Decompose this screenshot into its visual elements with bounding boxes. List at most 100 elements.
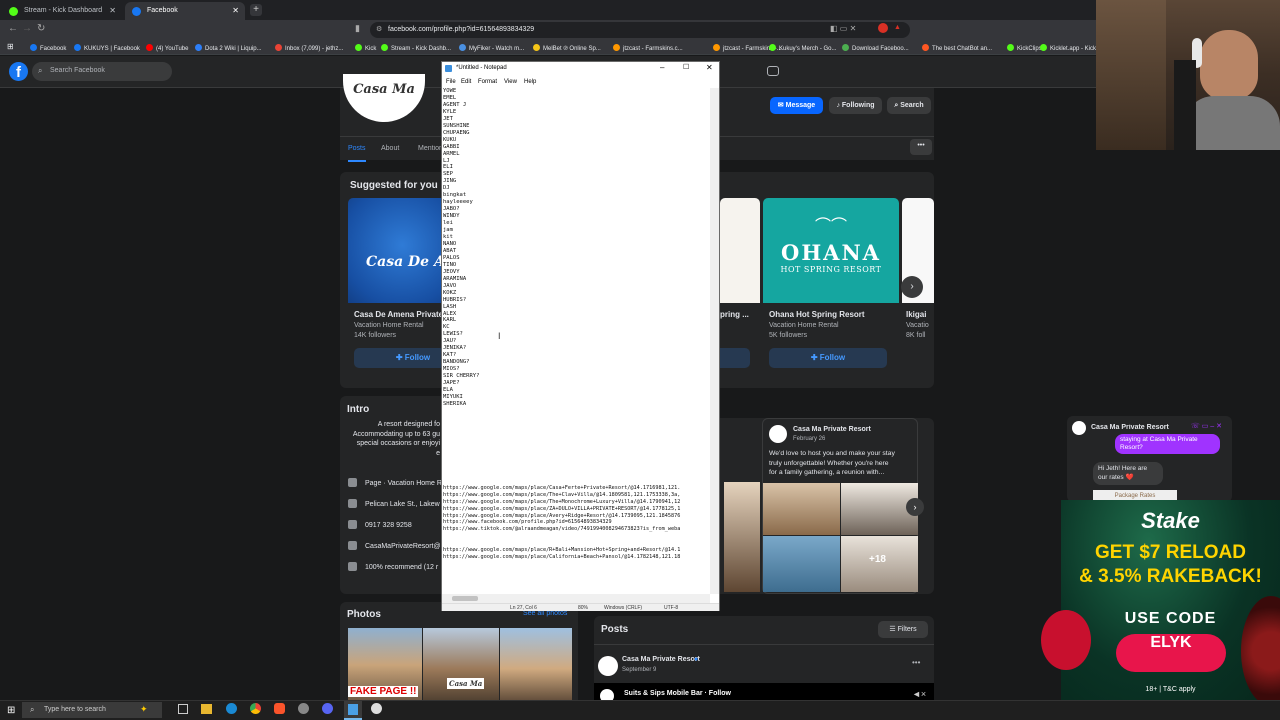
task-view-icon[interactable] xyxy=(178,704,188,714)
next-arrow-icon[interactable]: › xyxy=(906,498,924,516)
bookmark-item[interactable]: Kukuy's Merch - Go... xyxy=(769,44,837,52)
intro-detail-phone[interactable]: 0917 328 9258 xyxy=(348,520,412,529)
back-icon[interactable]: ← xyxy=(8,23,18,34)
ad-headline: & 3.5% RAKEBACK! xyxy=(1079,566,1262,587)
discord-icon[interactable] xyxy=(322,703,333,714)
next-arrow-icon[interactable]: › xyxy=(901,276,923,298)
forward-icon[interactable]: → xyxy=(22,23,32,34)
card-name[interactable]: Ikigai xyxy=(906,310,926,319)
reload-icon[interactable]: ↻ xyxy=(37,23,45,34)
chrome-icon[interactable] xyxy=(250,703,261,714)
app-icon[interactable] xyxy=(371,703,382,714)
filters-button[interactable]: ☰ Filters xyxy=(878,621,928,638)
photo-thumbnail[interactable]: Casa Ma xyxy=(423,628,499,702)
tab-posts[interactable]: Posts xyxy=(348,145,366,162)
tab-mentions[interactable]: Mentions xyxy=(418,145,442,152)
post-photo[interactable] xyxy=(763,483,840,535)
post-photo[interactable]: +18 xyxy=(841,536,918,592)
scrollbar-thumb[interactable] xyxy=(452,596,478,601)
chat-contact-name[interactable]: Casa Ma Private Resort xyxy=(1091,424,1179,431)
suggested-card[interactable]: ⌒⌒ OHANA HOT SPRING RESORT Ohana Hot Spr… xyxy=(763,198,899,374)
bookmark-favicon-icon xyxy=(275,44,282,51)
more-options-button[interactable]: ••• xyxy=(910,139,932,155)
follow-button[interactable]: ✚ Follow xyxy=(769,348,887,368)
taskbar-search-input[interactable]: ⌕ Type here to search ✦ xyxy=(22,702,162,718)
see-all-photos-link[interactable]: See all photos xyxy=(523,610,567,617)
extensions-icon[interactable]: ◧ ▭ ✕ xyxy=(830,24,856,33)
notepad-line: ABAT xyxy=(443,247,457,254)
edge-icon[interactable] xyxy=(226,703,237,714)
menu-edit[interactable]: Edit xyxy=(461,79,471,85)
bookmark-item[interactable]: Dota 2 Wiki | Liquip... xyxy=(195,44,262,52)
post-options-icon[interactable]: ••• xyxy=(912,658,920,667)
card-name[interactable]: pring ... xyxy=(720,310,749,319)
following-button[interactable]: ♪ Following xyxy=(829,97,882,114)
obs-icon[interactable] xyxy=(298,703,309,714)
bookmark-item[interactable]: Kick xyxy=(355,44,376,52)
bookmark-item[interactable]: jtzcast - Farmskins.c... xyxy=(613,44,683,52)
menu-format[interactable]: Format xyxy=(478,79,497,85)
mute-icon[interactable]: ◄× xyxy=(912,689,926,699)
close-tab-icon[interactable]: ✕ xyxy=(109,6,116,15)
maximize-icon[interactable]: ☐ xyxy=(683,63,689,71)
post-author[interactable]: Casa Ma Private Resort xyxy=(622,656,700,663)
notepad-titlebar[interactable]: *Untitled - Notepad – ☐ ✕ xyxy=(442,62,719,76)
close-tab-icon[interactable]: ✕ xyxy=(232,6,239,15)
photo-thumbnail[interactable] xyxy=(500,628,572,702)
post-date[interactable]: February 26 xyxy=(793,436,825,442)
horizontal-scrollbar[interactable] xyxy=(442,594,710,603)
intro-detail-rating[interactable]: 100% recommend (12 r xyxy=(348,562,438,571)
intro-detail-address[interactable]: Pelican Lake St., Lakew xyxy=(348,499,440,508)
menu-help[interactable]: Help xyxy=(524,79,536,85)
apps-icon[interactable]: ⊞ xyxy=(7,42,14,51)
promo-code-button[interactable]: ELYK xyxy=(1116,634,1226,672)
address-bar[interactable]: ⚙ facebook.com/profile.php?id=6156489383… xyxy=(370,22,910,38)
menu-view[interactable]: View xyxy=(504,79,517,85)
gaming-icon[interactable] xyxy=(767,66,779,76)
bookmark-item[interactable]: The best ChatBot an... xyxy=(922,44,992,52)
facebook-logo-icon[interactable]: f xyxy=(9,62,28,81)
bookmark-item[interactable]: Download Faceboo... xyxy=(842,44,909,52)
browser-tab-kick[interactable]: Stream - Kick Dashboard ✕ xyxy=(2,2,122,20)
bookmark-item[interactable]: Facebook xyxy=(30,44,66,52)
vertical-scrollbar[interactable] xyxy=(710,88,719,594)
bookmark-item[interactable]: KickClips xyxy=(1007,44,1042,52)
card-name[interactable]: Casa De Amena Private xyxy=(354,310,443,319)
brave-icon[interactable] xyxy=(274,703,285,714)
bookmark-item[interactable]: (4) YouTube xyxy=(146,44,188,52)
bookmark-item[interactable]: Stream - Kick Dashb... xyxy=(381,44,451,52)
menu-file[interactable]: File xyxy=(446,79,456,85)
feed-post-card[interactable]: Casa Ma Private Resort February 26 We'd … xyxy=(762,418,918,594)
close-icon[interactable]: ✕ xyxy=(706,63,713,72)
post-photo-partial[interactable] xyxy=(724,482,760,592)
facebook-search-input[interactable]: ⌕ Search Facebook xyxy=(32,62,172,81)
card-name[interactable]: Ohana Hot Spring Resort xyxy=(769,310,865,319)
post-photo[interactable] xyxy=(763,536,840,592)
post-author[interactable]: Casa Ma Private Resort xyxy=(793,426,871,433)
shared-name[interactable]: Suits & Sips Mobile Bar · Follow xyxy=(624,690,731,697)
bookmark-item[interactable]: KUKUYS | Facebook xyxy=(74,44,140,52)
bookmark-item[interactable]: Inbox (7,099) - jethz... xyxy=(275,44,343,52)
message-button[interactable]: ✉ Message xyxy=(770,97,823,114)
bookmark-item[interactable]: MelBet ℗ Online Sp... xyxy=(533,44,601,52)
browser-tab-facebook[interactable]: Facebook ✕ xyxy=(125,2,245,20)
bookmark-icon[interactable]: ▮ xyxy=(355,23,360,34)
brave-shield-icon[interactable] xyxy=(878,23,888,33)
post-date[interactable]: September 9 xyxy=(622,667,656,673)
site-info-icon[interactable]: ⚙ xyxy=(376,25,382,33)
bookmark-item[interactable]: MyFiker - Watch m... xyxy=(459,44,524,52)
file-explorer-icon[interactable] xyxy=(201,704,212,714)
new-tab-button[interactable]: + xyxy=(250,4,262,16)
detail-text: CasaMaPrivateResort@ xyxy=(365,543,441,550)
minimize-icon[interactable]: – xyxy=(660,63,664,72)
windows-start-icon[interactable]: ⊞ xyxy=(7,705,15,716)
chat-controls-icon[interactable]: ☏ ▭ – ✕ xyxy=(1191,422,1222,430)
page-search-button[interactable]: ⌕ Search xyxy=(887,97,931,114)
intro-detail-email[interactable]: CasaMaPrivateResort@ xyxy=(348,541,441,550)
photo-thumbnail[interactable]: FAKE PAGE !! xyxy=(348,628,422,702)
alert-icon[interactable]: ▲ xyxy=(894,24,901,31)
notepad-taskbar-icon[interactable] xyxy=(344,701,362,720)
suggested-card-partial[interactable]: pring ... xyxy=(720,198,760,374)
follow-button[interactable] xyxy=(720,348,750,368)
tab-about[interactable]: About xyxy=(381,145,399,152)
